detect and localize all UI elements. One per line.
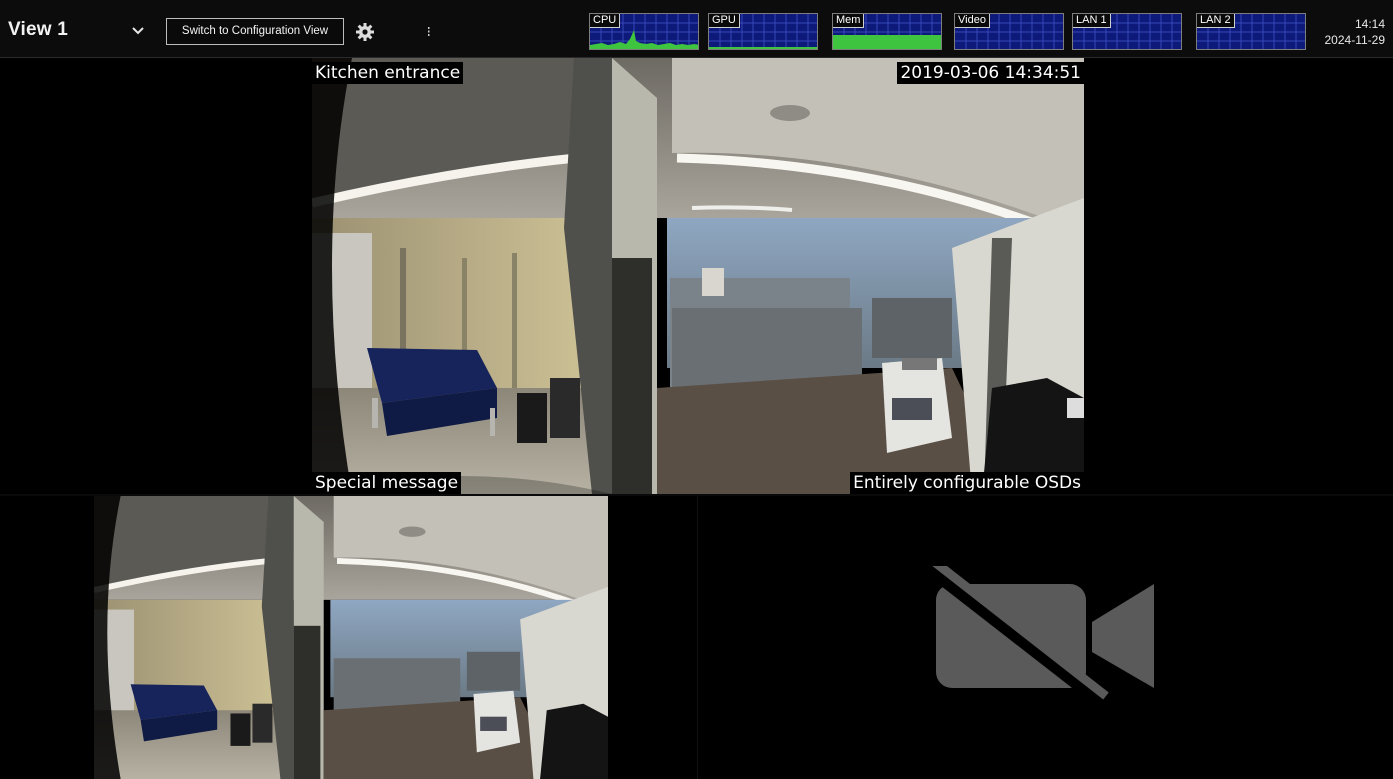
lan2-meter: LAN 2	[1196, 13, 1306, 50]
camera-pane-main[interactable]: Kitchen entrance 2019-03-06 14:34:51 Spe…	[312, 58, 1084, 494]
camera-pane-empty[interactable]	[697, 496, 1393, 779]
camera-pane-secondary[interactable]	[94, 496, 608, 779]
chevron-down-icon	[132, 27, 144, 35]
view-title: View 1	[8, 19, 68, 40]
mem-meter-label: Mem	[833, 14, 865, 28]
osd-special-message: Special message	[312, 472, 462, 494]
osd-camera-name: Kitchen entrance	[312, 62, 464, 84]
lan1-meter-label: LAN 1	[1073, 14, 1111, 28]
vertical-ellipsis-icon	[428, 27, 430, 36]
clock: 14:14 2024-11-29	[1325, 16, 1386, 48]
video-meter-label: Video	[955, 14, 990, 28]
cpu-meter: CPU	[589, 13, 699, 50]
camera-feed-secondary	[94, 496, 608, 779]
camera-off-icon	[930, 566, 1154, 706]
camera-feed-kitchen-entrance	[312, 58, 1084, 494]
gpu-meter: GPU	[708, 13, 818, 50]
gear-icon	[356, 23, 374, 41]
top-bar: View 1 Switch to Configuration View CPU …	[0, 0, 1393, 58]
view-dropdown-button[interactable]	[128, 20, 148, 40]
cpu-meter-label: CPU	[590, 14, 621, 28]
switch-to-configuration-view-button[interactable]: Switch to Configuration View	[166, 18, 344, 45]
clock-time: 14:14	[1354, 17, 1385, 31]
more-options-button[interactable]	[426, 22, 432, 40]
mem-meter: Mem	[832, 13, 942, 50]
clock-date: 2024-11-29	[1324, 33, 1386, 47]
video-meter: Video	[954, 13, 1064, 50]
osd-configurable-text: Entirely configurable OSDs	[850, 472, 1084, 494]
lan1-meter: LAN 1	[1072, 13, 1182, 50]
lan2-meter-label: LAN 2	[1197, 14, 1235, 28]
settings-button[interactable]	[355, 22, 375, 42]
osd-timestamp: 2019-03-06 14:34:51	[897, 62, 1084, 84]
gpu-meter-label: GPU	[709, 14, 740, 28]
